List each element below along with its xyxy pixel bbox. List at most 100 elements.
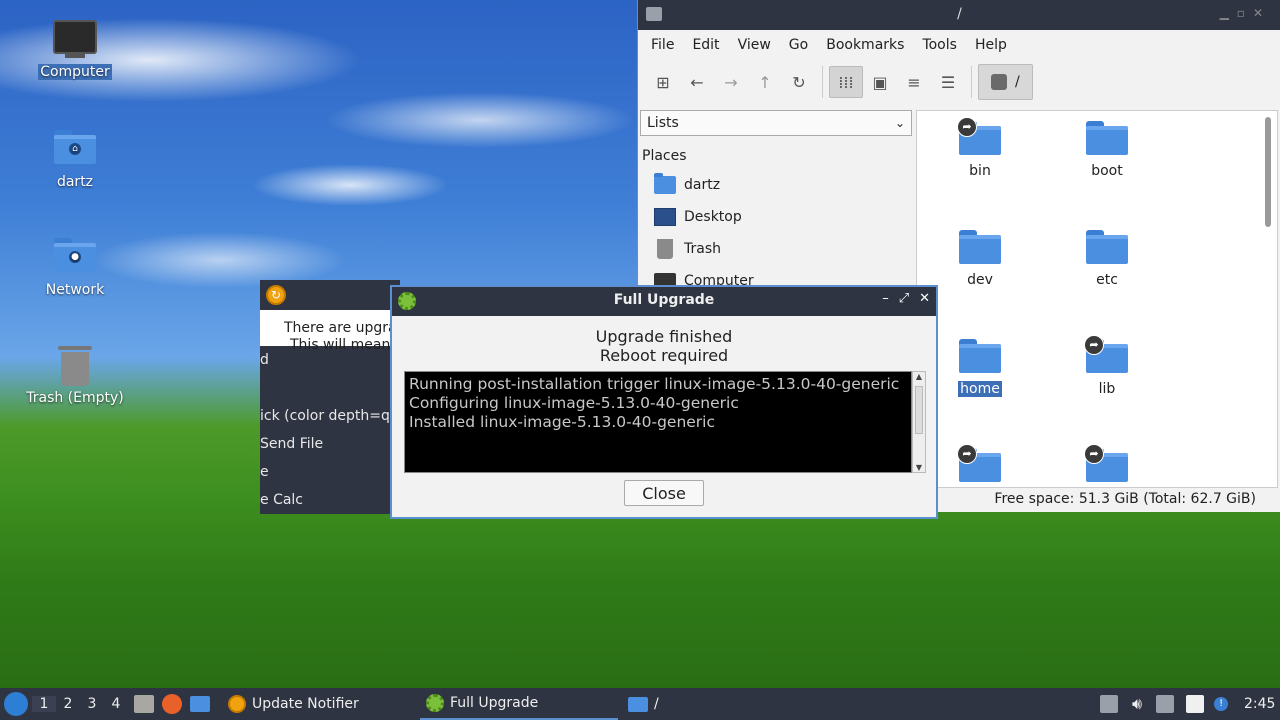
- folder-icon: ➦: [1084, 444, 1128, 482]
- menu-go[interactable]: Go: [780, 37, 817, 53]
- show-desktop-icon[interactable]: [134, 695, 154, 713]
- back-arrow-icon[interactable]: ←: [680, 66, 714, 98]
- maximize-icon[interactable]: ⤢: [899, 291, 909, 306]
- desktop-icon-trash[interactable]: Trash (Empty): [20, 346, 130, 406]
- desktop-icon-network[interactable]: ● Network: [20, 238, 130, 298]
- firefox-icon[interactable]: [162, 694, 182, 714]
- file-item-etc[interactable]: etc: [1052, 230, 1162, 288]
- task-label: Update Notifier: [252, 696, 359, 712]
- workspace-1[interactable]: 1: [32, 696, 56, 712]
- computer-icon: [53, 20, 97, 60]
- menu-tools[interactable]: Tools: [913, 37, 966, 53]
- close-button[interactable]: Close: [624, 480, 704, 506]
- notifier-update-list: d ick (color depth=q1 Send File e e Calc: [260, 346, 400, 514]
- file-item-boot[interactable]: boot: [1052, 121, 1162, 179]
- forward-arrow-icon[interactable]: →: [714, 66, 748, 98]
- menu-view[interactable]: View: [729, 37, 780, 53]
- trash-icon: [53, 346, 97, 386]
- place-label: Desktop: [684, 209, 742, 225]
- minimize-icon[interactable]: –: [882, 291, 889, 306]
- list-item: d: [260, 352, 269, 368]
- folder-icon: [1086, 230, 1128, 264]
- task-full-upgrade[interactable]: Full Upgrade: [420, 688, 618, 720]
- file-label: boot: [1091, 163, 1123, 179]
- icon-view-icon[interactable]: ⁞⁞⁞: [829, 66, 863, 98]
- folder-icon: [1086, 121, 1128, 155]
- folder-view[interactable]: ➦ bin boot dev etc home ➦ lib ➦ ➦: [916, 110, 1278, 488]
- workspace-3[interactable]: 3: [80, 696, 104, 712]
- path-label: /: [1015, 74, 1020, 90]
- thumbnail-view-icon[interactable]: ▣: [863, 66, 897, 98]
- detailed-list-view-icon[interactable]: ☰: [931, 66, 965, 98]
- full-upgrade-dialog[interactable]: Full Upgrade – ⤢ ✕ Upgrade finished Rebo…: [390, 285, 938, 519]
- eject-icon[interactable]: [1100, 695, 1118, 713]
- file-item-bin[interactable]: ➦ bin: [925, 117, 1035, 179]
- workspace-2[interactable]: 2: [56, 696, 80, 712]
- window-titlebar[interactable]: ↻: [260, 280, 400, 310]
- close-icon[interactable]: ✕: [919, 291, 930, 306]
- symlink-arrow-icon: ➦: [957, 444, 977, 464]
- upgrade-status-message: Upgrade finished Reboot required: [392, 327, 936, 365]
- desktop-icon-label: Trash (Empty): [26, 390, 124, 406]
- folder-icon: [628, 696, 648, 712]
- update-notifier-icon: ↻: [266, 285, 286, 305]
- file-item[interactable]: ➦: [1052, 444, 1162, 487]
- display-icon[interactable]: [1156, 695, 1175, 713]
- file-item-dev[interactable]: dev: [925, 230, 1035, 288]
- file-item-lib[interactable]: ➦ lib: [1052, 335, 1162, 397]
- volume-icon[interactable]: 🔊︎: [1132, 694, 1142, 714]
- file-item[interactable]: ➦: [925, 444, 1035, 487]
- dialog-title: Full Upgrade: [613, 292, 715, 308]
- update-notifier-window[interactable]: ↻ There are upgra This will mean d ick (…: [260, 280, 400, 514]
- folder-icon: [959, 339, 1001, 373]
- folder-view-scrollbar[interactable]: [1265, 117, 1271, 227]
- dialog-titlebar[interactable]: Full Upgrade – ⤢ ✕: [392, 287, 936, 316]
- menu-bookmarks[interactable]: Bookmarks: [817, 37, 913, 53]
- folder-icon: ➦: [957, 444, 1001, 482]
- workspace-switcher: 1 2 3 4: [32, 688, 128, 720]
- clock[interactable]: 2:45: [1244, 688, 1275, 720]
- file-label: lib: [1098, 381, 1116, 397]
- task-update-notifier[interactable]: Update Notifier: [222, 688, 365, 720]
- up-arrow-icon[interactable]: ↑: [748, 66, 782, 98]
- reload-icon[interactable]: ↻: [782, 66, 816, 98]
- file-label: dev: [967, 272, 993, 288]
- workspace-4[interactable]: 4: [104, 696, 128, 712]
- log-scrollbar[interactable]: ▲ ▼: [912, 371, 926, 473]
- menu-bar: File Edit View Go Bookmarks Tools Help: [638, 30, 1280, 60]
- file-item-home[interactable]: home: [925, 339, 1035, 397]
- file-label: etc: [1096, 272, 1118, 288]
- update-notifier-icon: [228, 695, 246, 713]
- menu-help[interactable]: Help: [966, 37, 1016, 53]
- desktop-icon-home[interactable]: ⌂ dartz: [20, 130, 130, 190]
- folder-icon: ➦: [1084, 335, 1128, 373]
- scroll-up-arrow-icon[interactable]: ▲: [913, 372, 925, 381]
- scroll-down-arrow-icon[interactable]: ▼: [913, 463, 925, 472]
- desktop-icon-computer[interactable]: Computer: [20, 20, 130, 80]
- place-item-home[interactable]: dartz: [654, 172, 720, 198]
- clipboard-icon[interactable]: [1186, 695, 1205, 713]
- update-available-icon[interactable]: !: [1214, 697, 1229, 711]
- list-item: [260, 374, 400, 402]
- place-item-trash[interactable]: Trash: [654, 236, 721, 262]
- log-line: Installed linux-image-5.13.0-40-generic: [409, 413, 716, 431]
- new-tab-icon[interactable]: ⊞: [646, 66, 680, 98]
- menu-file[interactable]: File: [642, 37, 683, 53]
- menu-edit[interactable]: Edit: [683, 37, 728, 53]
- file-manager-icon[interactable]: [190, 696, 210, 712]
- window-controls[interactable]: ▁▫✕: [1220, 6, 1271, 20]
- list-item: e Calc: [260, 492, 304, 508]
- window-titlebar[interactable]: / ▁▫✕: [638, 0, 1280, 30]
- compact-view-icon[interactable]: ≡: [897, 66, 931, 98]
- list-item: Send File: [260, 436, 324, 452]
- taskbar: 1 2 3 4 Update Notifier Full Upgrade / 🔊…: [0, 688, 1280, 720]
- place-item-desktop[interactable]: Desktop: [654, 204, 742, 230]
- scrollbar-thumb[interactable]: [915, 386, 923, 434]
- start-menu-icon[interactable]: [4, 692, 28, 716]
- reboot-required-text: Reboot required: [599, 346, 729, 365]
- upgrade-log-output[interactable]: Running post-installation trigger linux-…: [404, 371, 912, 473]
- path-bar-root-button[interactable]: /: [978, 64, 1033, 100]
- desktop-icon: [654, 208, 676, 226]
- side-pane-mode-select[interactable]: Lists ⌄: [640, 110, 912, 136]
- task-file-manager[interactable]: /: [622, 688, 665, 720]
